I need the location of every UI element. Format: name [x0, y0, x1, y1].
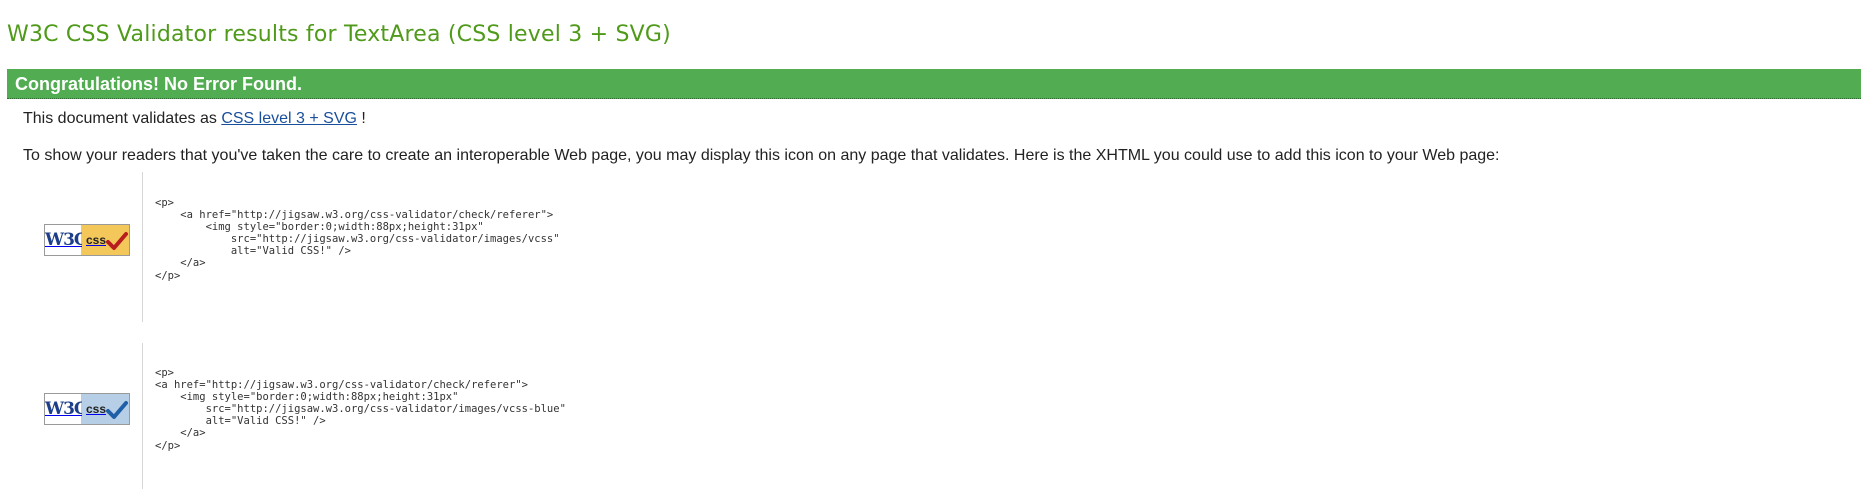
badge-code-snippet: <p> <a href="http://jigsaw.w3.org/css-va…	[155, 197, 560, 282]
validates-suffix: !	[356, 110, 366, 127]
code-divider	[142, 343, 143, 489]
checkmark-icon	[106, 401, 128, 419]
checkmark-icon	[106, 232, 128, 250]
valid-css-badge-gold[interactable]: W3C css	[44, 224, 130, 256]
page-title: W3C CSS Validator results for TextArea (…	[7, 22, 671, 47]
validator-results-page: W3C CSS Validator results for TextArea (…	[0, 0, 1870, 503]
w3c-logo-text: W3C	[45, 225, 87, 255]
css-badge-label: css	[82, 225, 129, 255]
badge-block-gold: W3C css <p> <a href="http://jigsaw.w3.or…	[0, 172, 1870, 322]
code-divider	[142, 172, 143, 322]
css-level-link[interactable]: CSS level 3 + SVG	[221, 110, 357, 127]
css-text: css	[86, 402, 107, 416]
validates-prefix: This document validates as	[23, 110, 222, 127]
valid-css-badge-blue[interactable]: W3C css	[44, 393, 130, 425]
icon-intro-text: To show your readers that you've taken t…	[23, 147, 1500, 164]
badge-block-blue: W3C css <p> <a href="http://jigsaw.w3.or…	[0, 343, 1870, 489]
congrats-banner: Congratulations! No Error Found.	[7, 69, 1861, 99]
css-badge-label: css	[82, 394, 129, 424]
css-text: css	[86, 233, 107, 247]
w3c-logo-text: W3C	[45, 394, 87, 424]
badge-code-snippet: <p> <a href="http://jigsaw.w3.org/css-va…	[155, 367, 566, 452]
validates-statement: This document validates as CSS level 3 +…	[23, 109, 366, 129]
